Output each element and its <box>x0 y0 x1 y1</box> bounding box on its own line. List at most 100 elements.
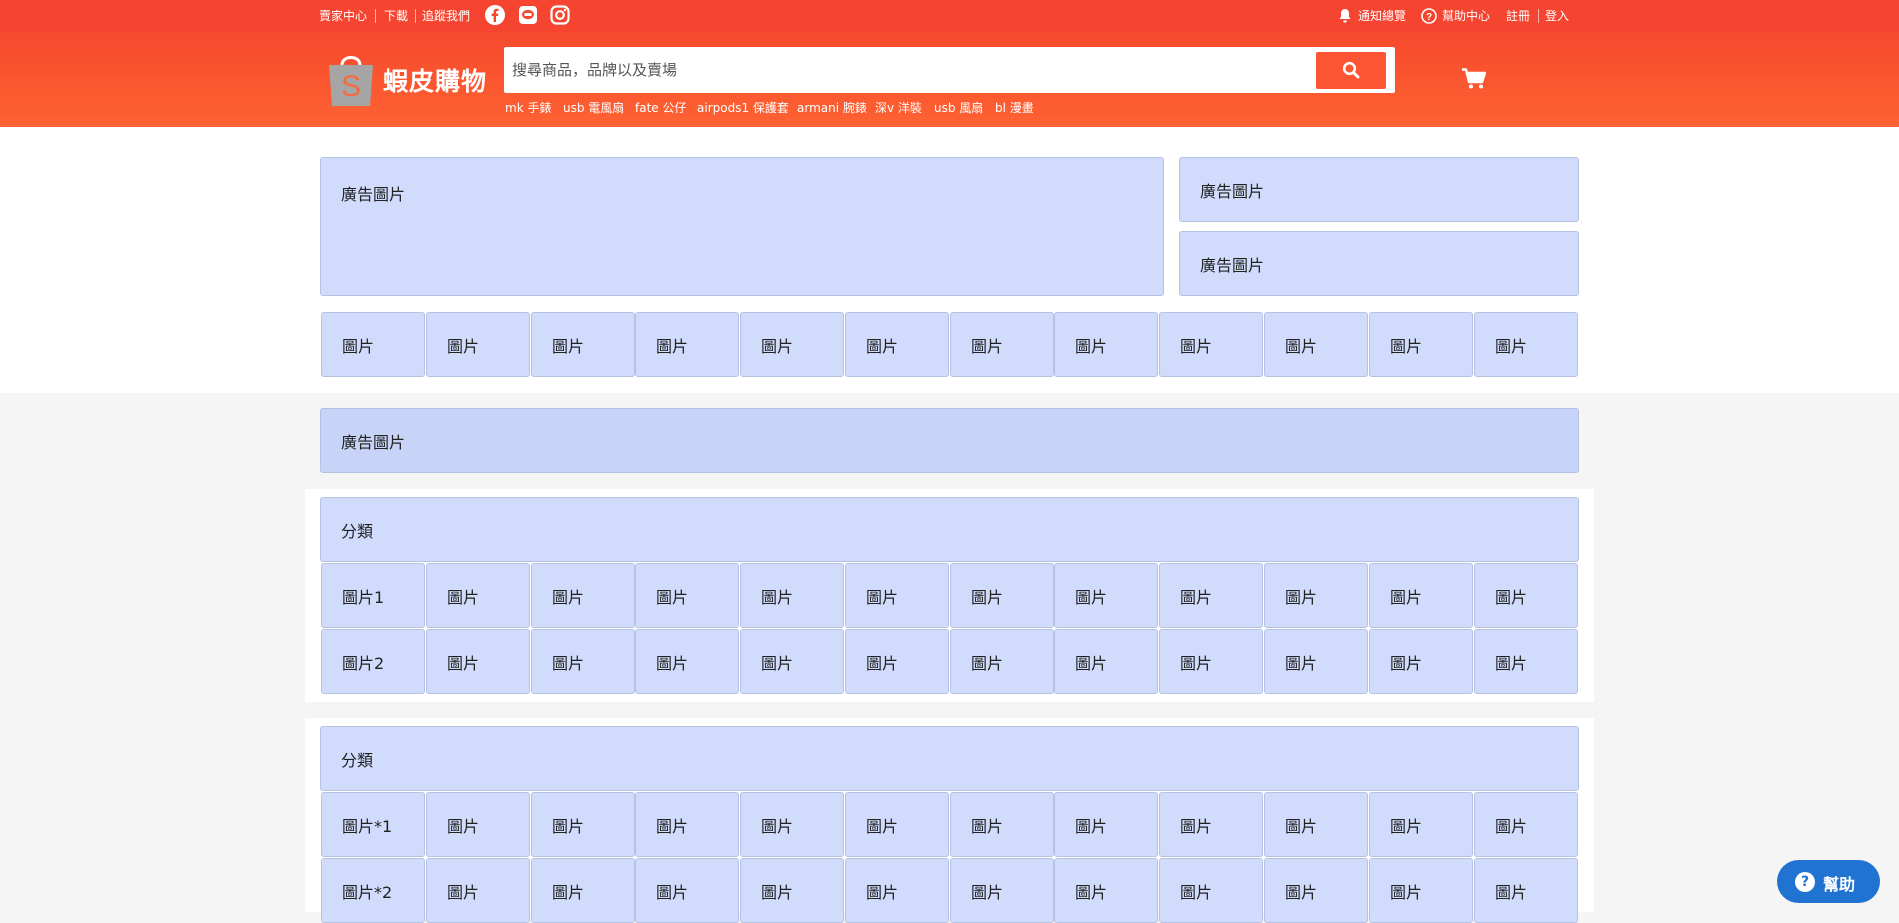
download-link[interactable]: 下載 <box>384 8 408 24</box>
quick-link-item[interactable]: 圖片 <box>1264 312 1368 377</box>
line-icon[interactable] <box>518 5 538 29</box>
category-item[interactable]: 圖片 <box>1054 563 1158 628</box>
search-bar <box>504 47 1395 93</box>
category-item[interactable]: 圖片 <box>1264 629 1368 694</box>
category-item[interactable]: 圖片 <box>740 858 844 923</box>
hot-keyword[interactable]: usb 風扇 <box>934 99 983 116</box>
category-item-label: 圖片 <box>1495 816 1528 836</box>
ad-banner[interactable]: 廣告圖片 <box>320 408 1579 473</box>
category-item-label: 圖片 <box>552 882 585 902</box>
category-item[interactable]: 圖片 <box>1369 563 1473 628</box>
hot-keyword[interactable]: bl 漫畫 <box>995 99 1034 116</box>
category-item-label: 圖片 <box>1390 816 1423 836</box>
category-item[interactable]: 圖片 <box>950 858 1054 923</box>
quick-link-item[interactable]: 圖片 <box>1369 312 1473 377</box>
category-item[interactable]: 圖片 <box>1054 858 1158 923</box>
help-center-link[interactable]: 幫助中心 <box>1442 8 1490 24</box>
category-item[interactable]: 圖片 <box>531 792 635 857</box>
category-item[interactable]: 圖片 <box>845 858 949 923</box>
category-item[interactable]: 圖片 <box>950 792 1054 857</box>
category-item[interactable]: 圖片 <box>1159 792 1263 857</box>
quick-link-item[interactable]: 圖片 <box>1054 312 1158 377</box>
category-item[interactable]: 圖片 <box>1474 629 1578 694</box>
login-link[interactable]: 登入 <box>1545 8 1569 24</box>
cart-icon[interactable] <box>1462 68 1487 94</box>
quick-link-item[interactable]: 圖片 <box>950 312 1054 377</box>
facebook-icon[interactable] <box>485 5 505 29</box>
category-item[interactable]: 圖片 <box>845 563 949 628</box>
quick-link-item[interactable]: 圖片 <box>740 312 844 377</box>
search-button[interactable] <box>1316 52 1386 89</box>
quick-link-item[interactable]: 圖片 <box>531 312 635 377</box>
logo-text[interactable]: 蝦皮購物 <box>383 62 487 98</box>
quick-link-item[interactable]: 圖片 <box>426 312 530 377</box>
quick-link-item[interactable]: 圖片 <box>321 312 425 377</box>
category-item[interactable]: 圖片 <box>426 858 530 923</box>
hot-keyword[interactable]: armani 腕錶 <box>797 99 867 116</box>
category-item-label: 圖片 <box>656 816 689 836</box>
help-button[interactable]: ? 幫助 <box>1777 860 1880 903</box>
hot-keyword[interactable]: fate 公仔 <box>635 99 686 116</box>
category-item[interactable]: 圖片 <box>1474 858 1578 923</box>
category-item[interactable]: 圖片 <box>635 858 739 923</box>
register-link[interactable]: 註冊 <box>1506 8 1530 24</box>
quick-link-item[interactable]: 圖片 <box>845 312 949 377</box>
bell-icon[interactable] <box>1338 8 1352 28</box>
category-item[interactable]: 圖片 <box>1474 792 1578 857</box>
category-item[interactable]: 圖片 <box>426 629 530 694</box>
category-item[interactable]: 圖片*2 <box>321 858 425 923</box>
ad-side-bottom[interactable]: 廣告圖片 <box>1179 231 1579 296</box>
quick-link-item[interactable]: 圖片 <box>1474 312 1578 377</box>
category-item[interactable]: 圖片*1 <box>321 792 425 857</box>
quick-link-item[interactable]: 圖片 <box>635 312 739 377</box>
category-item[interactable]: 圖片 <box>1159 563 1263 628</box>
category-item[interactable]: 圖片 <box>1264 792 1368 857</box>
category-item[interactable]: 圖片 <box>531 563 635 628</box>
category-item[interactable]: 圖片 <box>531 858 635 923</box>
category-item-label: 圖片 <box>447 882 480 902</box>
category-item[interactable]: 圖片 <box>426 563 530 628</box>
category-item[interactable]: 圖片 <box>531 629 635 694</box>
category-item[interactable]: 圖片 <box>740 792 844 857</box>
hot-keyword[interactable]: airpods1 保護套 <box>697 99 789 116</box>
category-item[interactable]: 圖片 <box>635 792 739 857</box>
instagram-icon[interactable] <box>550 5 570 29</box>
category-item[interactable]: 圖片 <box>1474 563 1578 628</box>
help-circle-icon[interactable]: ? <box>1421 8 1437 28</box>
search-input[interactable] <box>512 51 1312 89</box>
notifications-link[interactable]: 通知總覽 <box>1358 8 1406 24</box>
category-item[interactable]: 圖片 <box>950 629 1054 694</box>
category-item[interactable]: 圖片1 <box>321 563 425 628</box>
category-item[interactable]: 圖片 <box>1264 563 1368 628</box>
category-item[interactable]: 圖片 <box>1264 858 1368 923</box>
category-item[interactable]: 圖片 <box>1369 858 1473 923</box>
seller-center-link[interactable]: 賣家中心 <box>319 8 367 24</box>
hot-keyword[interactable]: usb 電風扇 <box>563 99 624 116</box>
category-item[interactable]: 圖片 <box>1369 792 1473 857</box>
category-item[interactable]: 圖片 <box>950 563 1054 628</box>
category-header[interactable]: 分類 <box>320 497 1579 562</box>
category-item[interactable]: 圖片 <box>635 629 739 694</box>
category-item-label: 圖片 <box>1180 587 1213 607</box>
category-item-label: 圖片 <box>1495 587 1528 607</box>
category-item[interactable]: 圖片 <box>1159 858 1263 923</box>
category-item[interactable]: 圖片 <box>1054 629 1158 694</box>
category-item[interactable]: 圖片 <box>845 629 949 694</box>
category-header[interactable]: 分類 <box>320 726 1579 791</box>
category-item[interactable]: 圖片 <box>426 792 530 857</box>
category-item[interactable]: 圖片 <box>1054 792 1158 857</box>
ad-side-top[interactable]: 廣告圖片 <box>1179 157 1579 222</box>
category-item[interactable]: 圖片 <box>845 792 949 857</box>
category-item[interactable]: 圖片 <box>740 629 844 694</box>
quick-link-item[interactable]: 圖片 <box>1159 312 1263 377</box>
category-item[interactable]: 圖片 <box>1369 629 1473 694</box>
category-item-label: 圖片 <box>656 653 689 673</box>
category-item-label: 圖片 <box>447 587 480 607</box>
category-item[interactable]: 圖片 <box>635 563 739 628</box>
hot-keyword[interactable]: mk 手錶 <box>505 99 551 116</box>
category-item[interactable]: 圖片 <box>740 563 844 628</box>
category-item[interactable]: 圖片 <box>1159 629 1263 694</box>
hot-keyword[interactable]: 深v 洋裝 <box>875 99 922 116</box>
category-item[interactable]: 圖片2 <box>321 629 425 694</box>
ad-main[interactable]: 廣告圖片 <box>320 157 1164 296</box>
